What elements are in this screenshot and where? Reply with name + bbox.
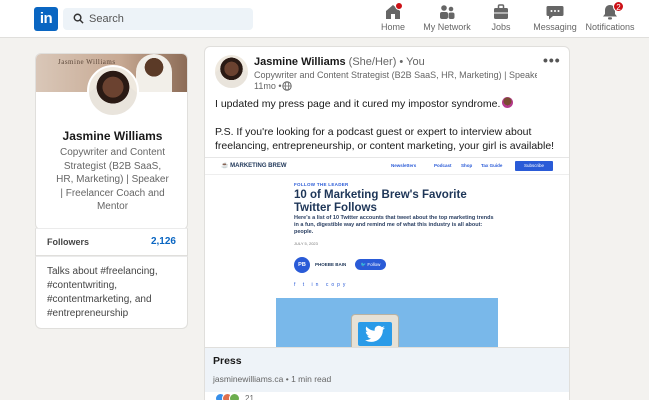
notifications-badge: 2 [613,1,624,12]
support-reaction-icon [229,393,240,400]
feed-post: Jasmine Williams (She/Her) • You Copywri… [204,46,570,400]
article-nav-shop: Shop [461,163,473,168]
article-site-header: ☕ MARKETING BREW Newsletters Podcast Sho… [205,158,569,175]
profile-headline: Copywriter and Content Strategist (B2B S… [56,147,169,212]
post-article-image[interactable]: ☕ MARKETING BREW Newsletters Podcast Sho… [205,157,569,347]
nav-notifications-label: Notifications [585,22,635,32]
nav-my-network-label: My Network [423,22,471,32]
article-nav-podcast: Podcast [434,163,452,168]
followers-row[interactable]: Followers 2,126 [35,228,188,256]
bell-icon: 2 [600,1,624,21]
nav-jobs-label: Jobs [491,22,511,32]
post-author-pronouns: (She/Her) [348,56,397,68]
messaging-icon [545,3,565,21]
post-more-options-icon[interactable]: ••• [543,52,561,68]
post-author-name[interactable]: Jasmine Williams [254,56,346,68]
post-author-line[interactable]: Jasmine Williams (She/Her) • You [254,56,425,68]
profile-name[interactable]: Jasmine Williams [36,129,187,143]
network-icon [437,3,457,21]
profile-avatar[interactable] [87,65,139,117]
twitter-bird-icon [365,325,385,342]
followers-count: 2,126 [150,236,176,247]
profile-topics-card: Talks about #freelancing, #contentwritin… [35,256,188,329]
followers-label: Followers [47,237,90,247]
link-preview[interactable]: Press jasminewilliams.ca • 1 min read [205,347,569,392]
briefcase-icon [491,3,511,21]
post-text-line-1: I updated my press page and it cured my … [215,97,565,112]
link-preview-title[interactable]: Press [213,355,242,367]
post-body: I updated my press page and it cured my … [215,97,565,154]
nav-notifications[interactable]: 2 Notifications [584,1,636,35]
article-subscribe-button: Subscribe [515,161,553,171]
post-author-avatar[interactable] [215,55,248,88]
article-nav-newsletters: Newsletters [391,163,417,168]
home-icon [383,2,403,21]
article-author-avatar: PB [294,257,310,273]
nav-my-network[interactable]: My Network [421,3,473,35]
home-notification-dot [395,2,403,10]
article-kicker: FOLLOW THE LEADER [294,182,349,187]
marketing-brew-logo-text: MARKETING BREW [230,163,287,169]
post-timestamp: 11mo • [254,81,282,91]
article-follow-button: 🐦 Follow [355,259,386,270]
post-author-headline: Copywriter and Content Strategist (B2B S… [254,70,537,80]
top-nav: in Home My Network Jobs Messaging 2 [0,0,649,38]
search-bar[interactable] [63,8,253,30]
cover-person-image [136,54,172,92]
marketing-brew-logo: ☕ MARKETING BREW [221,163,287,169]
article-dek: Here's a list of 10 Twitter accounts tha… [294,215,494,235]
profile-card: Jasmine Williams Jasmine Williams Copywr… [35,53,188,230]
search-input[interactable] [89,11,244,27]
link-preview-source: jasminewilliams.ca • 1 min read [213,374,332,384]
globe-icon [282,81,292,91]
article-author-name: PHOEBE BAIN [315,262,347,267]
post-text-line-2: P.S. If you're looking for a podcast gue… [215,125,555,153]
post-text-1: I updated my press page and it cured my … [215,98,501,110]
profile-topics-text: Talks about #freelancing, #contentwritin… [47,266,158,319]
article-follow-label: Follow [367,262,381,267]
article-date: JULY 5, 2023 [294,241,318,246]
monitor-screen [358,322,392,346]
nav-messaging[interactable]: Messaging [532,3,578,35]
article-headline: 10 of Marketing Brew's Favorite Twitter … [294,189,467,214]
nav-home-label: Home [380,22,405,32]
nav-jobs[interactable]: Jobs [488,3,514,35]
linkedin-logo-icon[interactable]: in [34,7,58,31]
reaction-count[interactable]: 21 [245,394,254,400]
nav-messaging-label: Messaging [533,22,577,32]
post-author-relation: • You [399,56,425,68]
search-icon [73,13,84,24]
computer-monitor-illustration [351,314,399,347]
article-nav-tax-guide: Tax Guide [481,163,503,168]
shrug-emoji-icon [502,97,514,108]
nav-home[interactable]: Home [378,2,408,35]
article-share-icons: f t in copy [294,282,349,288]
